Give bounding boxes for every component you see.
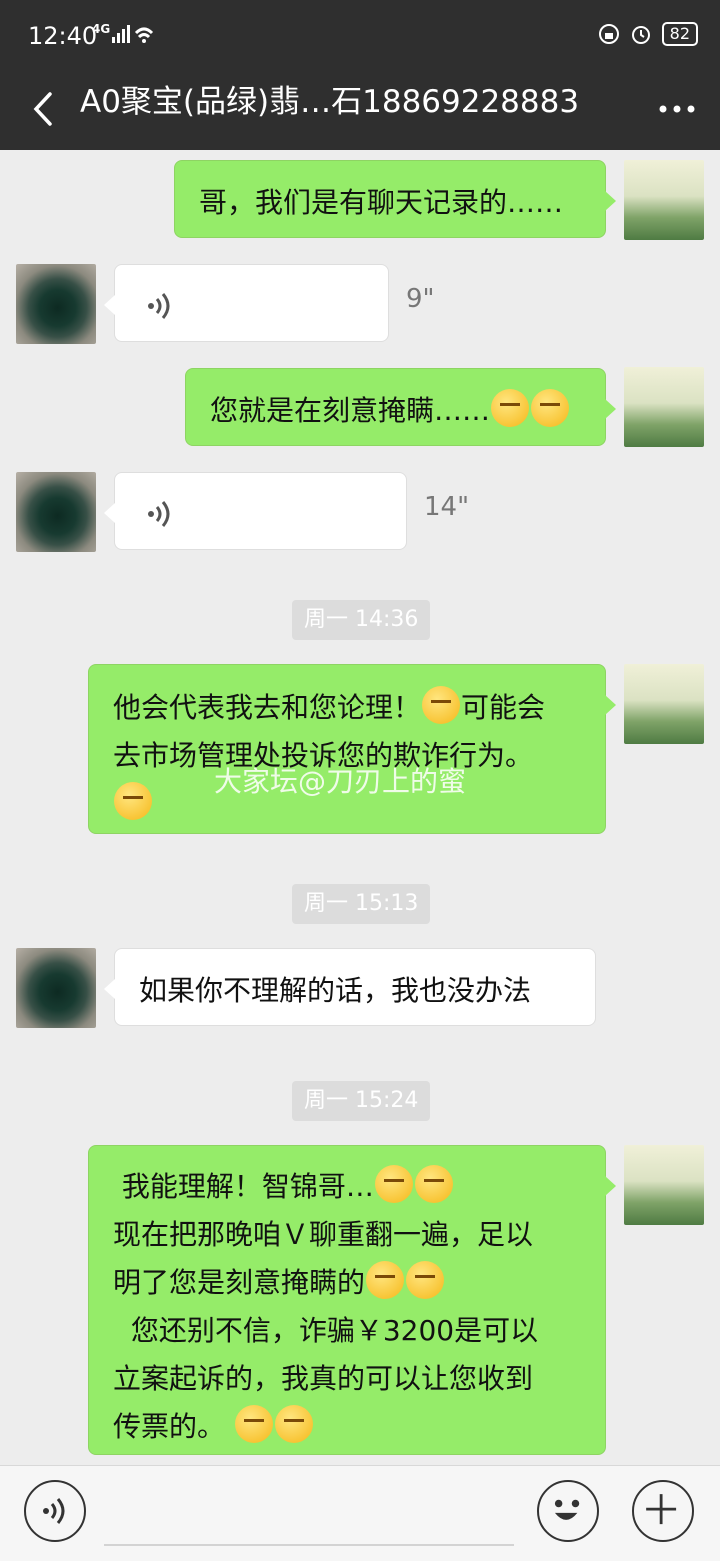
- message-bubble-sent[interactable]: 我能理解！智锦哥… 现在把那晚咱Ｖ聊重翻一遍，足以 明了您是刻意掩瞒的 您还别不…: [88, 1145, 616, 1455]
- message-text: 传票的。: [113, 1410, 226, 1443]
- more-icon[interactable]: [652, 84, 702, 134]
- emoji-icon: [414, 1165, 453, 1203]
- network-indicator: 4G: [92, 22, 111, 36]
- voice-icon: [148, 293, 170, 319]
- timestamp: 周一 14:36: [292, 600, 431, 640]
- message-text: 您就是在刻意掩瞒……: [210, 394, 491, 427]
- voice-duration: 9": [406, 284, 435, 314]
- avatar-me[interactable]: [624, 664, 704, 744]
- lock-rotation-icon: [598, 24, 619, 44]
- voice-duration: 14": [424, 492, 470, 522]
- avatar-me[interactable]: [624, 1145, 704, 1225]
- avatar-me[interactable]: [624, 367, 704, 447]
- avatar-me[interactable]: [624, 160, 704, 240]
- emoji-icon: [422, 686, 461, 724]
- plus-icon: [646, 1494, 677, 1525]
- voice-icon: [43, 1498, 65, 1524]
- emoji-icon: [554, 1499, 580, 1520]
- avatar-contact[interactable]: [16, 264, 96, 344]
- message-text: 立案起诉的，我真的可以让您收到: [113, 1362, 534, 1395]
- alarm-icon: [631, 26, 650, 44]
- voice-message[interactable]: [104, 264, 389, 342]
- status-bar: 12:40 4G 82: [0, 0, 720, 70]
- message-text: 我能理解！智锦哥…: [121, 1170, 374, 1203]
- emoji-icon: [406, 1261, 445, 1299]
- avatar-contact[interactable]: [16, 472, 96, 552]
- message-bubble-received[interactable]: 如果你不理解的话，我也没办法: [104, 948, 596, 1026]
- message-text: 明了您是刻意掩瞒的: [113, 1266, 366, 1299]
- message-text: 您还别不信，诈骗￥3200是可以: [130, 1314, 539, 1347]
- emoji-icon: [491, 389, 530, 427]
- message-text: 现在把那晚咱Ｖ聊重翻一遍，足以: [113, 1218, 534, 1251]
- chat-header: A0聚宝(品绿)翡…石18869228883: [0, 70, 720, 150]
- message-text: 他会代表我去和您论理！: [113, 691, 422, 724]
- message-input[interactable]: [104, 1544, 514, 1546]
- voice-icon: [148, 501, 170, 527]
- signal-wifi-icon: [112, 25, 154, 43]
- timestamp: 周一 15:24: [292, 1081, 431, 1121]
- emoji-icon: [366, 1261, 405, 1299]
- message-bubble-sent[interactable]: 他会代表我去和您论理！ 可能会 去市场管理处投诉您的欺诈行为。: [88, 664, 616, 834]
- watermark: 大家坛@刀刃上的蜜: [214, 765, 467, 798]
- message-text: 可能会: [461, 691, 546, 724]
- message-bubble-sent[interactable]: 您就是在刻意掩瞒……: [185, 368, 616, 446]
- emoji-icon: [234, 1405, 273, 1443]
- emoji-icon: [114, 782, 152, 820]
- add-button[interactable]: [632, 1480, 694, 1542]
- emoji-button[interactable]: [537, 1480, 599, 1542]
- message-bubble-sent[interactable]: 哥，我们是有聊天记录的……: [174, 160, 616, 238]
- chevron-left-icon[interactable]: [24, 84, 64, 134]
- avatar-contact[interactable]: [16, 948, 96, 1028]
- timestamp: 周一 15:13: [292, 884, 431, 924]
- emoji-icon: [274, 1405, 313, 1443]
- battery-level: 82: [661, 22, 698, 46]
- input-bar: [0, 1465, 720, 1561]
- message-text: 如果你不理解的话，我也没办法: [139, 974, 532, 1007]
- emoji-icon: [374, 1165, 413, 1203]
- message-text: 哥，我们是有聊天记录的……: [199, 186, 564, 219]
- status-time: 12:40: [28, 22, 98, 50]
- chat-title[interactable]: A0聚宝(品绿)翡…石18869228883: [80, 82, 579, 122]
- voice-message[interactable]: [104, 472, 407, 550]
- emoji-icon: [531, 389, 570, 427]
- voice-toggle-button[interactable]: [24, 1480, 86, 1542]
